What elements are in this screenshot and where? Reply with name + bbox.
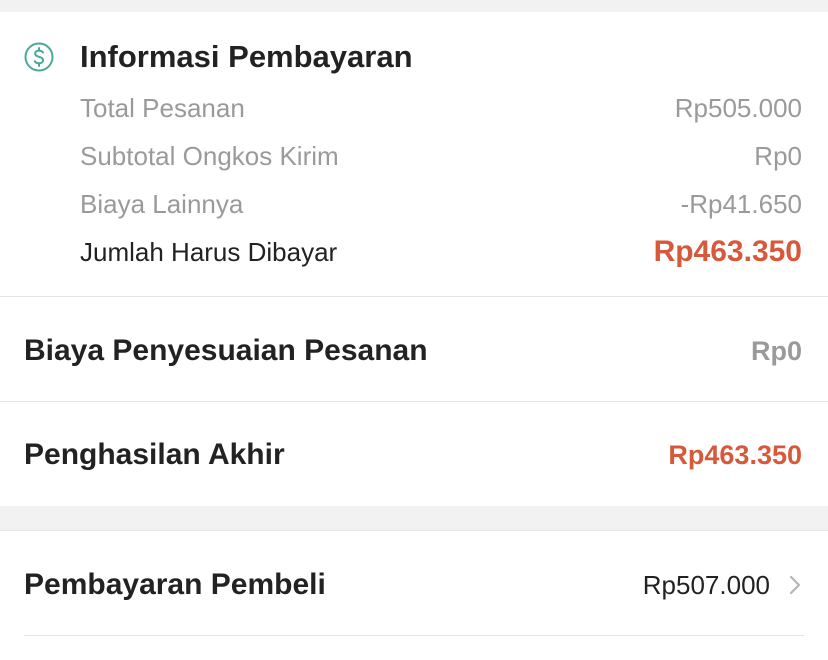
buyer-payment-section[interactable]: Pembayaran Pembeli Rp507.000 <box>0 531 828 660</box>
adjustment-label: Biaya Penyesuaian Pesanan <box>24 334 428 367</box>
adjustment-section: Biaya Penyesuaian Pesanan Rp0 <box>0 297 828 401</box>
final-income-section: Penghasilan Akhir Rp463.350 <box>0 402 828 506</box>
amount-due-label: Jumlah Harus Dibayar <box>80 236 338 267</box>
dollar-circle-icon <box>24 42 54 72</box>
final-income-row: Penghasilan Akhir Rp463.350 <box>24 435 802 475</box>
other-fees-label: Biaya Lainnya <box>80 188 244 219</box>
buyer-payment-row[interactable]: Pembayaran Pembeli Rp507.000 <box>24 564 802 606</box>
adjustment-row: Biaya Penyesuaian Pesanan Rp0 <box>24 331 802 371</box>
final-income-label: Penghasilan Akhir <box>24 438 285 471</box>
chevron-right-icon <box>788 574 802 596</box>
row-separator <box>24 635 804 636</box>
adjustment-value: Rp0 <box>750 335 802 366</box>
order-total-label: Total Pesanan <box>80 92 245 123</box>
payment-info-card: Informasi Pembayaran Total Pesanan Rp505… <box>0 12 828 296</box>
payment-info-title: Informasi Pembayaran <box>80 39 413 74</box>
final-income-value: Rp463.350 <box>668 439 802 470</box>
buyer-payment-right: Rp507.000 <box>643 570 802 601</box>
payment-detail-screen: Informasi Pembayaran Total Pesanan Rp505… <box>0 0 828 660</box>
amount-due-row: Jumlah Harus Dibayar Rp463.350 <box>80 234 802 270</box>
buyer-payment-value: Rp507.000 <box>642 569 770 600</box>
other-fees-value: -Rp41.650 <box>680 188 802 219</box>
order-total-row: Total Pesanan Rp505.000 <box>80 90 802 126</box>
other-fees-row: Biaya Lainnya -Rp41.650 <box>80 186 802 222</box>
buyer-payment-label: Pembayaran Pembeli <box>24 568 326 601</box>
payment-info-header <box>24 40 54 74</box>
order-total-value: Rp505.000 <box>674 92 802 123</box>
shipping-subtotal-value: Rp0 <box>754 140 802 171</box>
amount-due-value: Rp463.350 <box>653 235 802 268</box>
shipping-subtotal-row: Subtotal Ongkos Kirim Rp0 <box>80 138 802 174</box>
shipping-subtotal-label: Subtotal Ongkos Kirim <box>80 140 339 171</box>
